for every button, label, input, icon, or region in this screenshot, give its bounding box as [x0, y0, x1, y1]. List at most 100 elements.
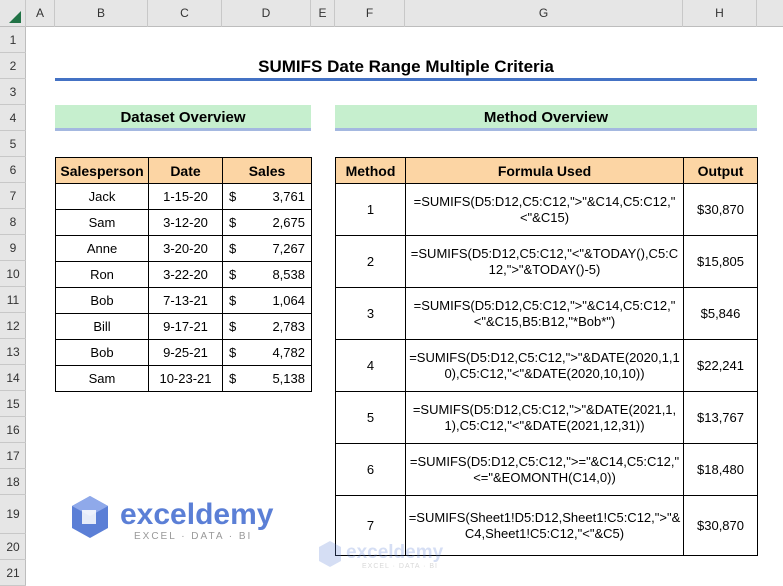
row-header-3[interactable]: 3 [0, 79, 26, 105]
sales-cell[interactable]: $5,138 [222, 365, 312, 392]
method-number-cell[interactable]: 1 [335, 183, 406, 236]
row-header-19[interactable]: 19 [0, 495, 26, 534]
formula-cell[interactable]: =SUMIFS(D5:D12,C5:C12,">"&C14,C5:C12,"<"… [405, 183, 684, 236]
output-cell[interactable]: $30,870 [683, 183, 758, 236]
sales-cell[interactable]: $8,538 [222, 261, 312, 288]
output-cell[interactable]: $30,870 [683, 495, 758, 556]
salesperson-cell[interactable]: Sam [55, 365, 149, 392]
table-row: 4 =SUMIFS(D5:D12,C5:C12,">"&DATE(2020,1,1… [335, 339, 758, 392]
date-cell[interactable]: 7-13-21 [148, 287, 223, 314]
formula-cell[interactable]: =SUMIFS(D5:D12,C5:C12,">="&C14,C5:C12,"<… [405, 443, 684, 496]
row-header-2[interactable]: 2 [0, 53, 26, 79]
row-header-14[interactable]: 14 [0, 365, 26, 391]
row-header-5[interactable]: 5 [0, 131, 26, 157]
output-cell[interactable]: $5,846 [683, 287, 758, 340]
table-row: Sam 10-23-21 $5,138 [55, 365, 312, 392]
sales-value: 5,138 [272, 371, 305, 386]
method-number-cell[interactable]: 5 [335, 391, 406, 444]
method-number-cell[interactable]: 4 [335, 339, 406, 392]
table-row: Bob 9-25-21 $4,782 [55, 339, 312, 366]
sales-cell[interactable]: $3,761 [222, 183, 312, 210]
salesperson-cell[interactable]: Anne [55, 235, 149, 262]
method-number-cell[interactable]: 6 [335, 443, 406, 496]
column-header-G[interactable]: G [405, 0, 683, 27]
salesperson-cell[interactable]: Bob [55, 287, 149, 314]
formula-cell[interactable]: =SUMIFS(D5:D12,C5:C12,"<"&TODAY(),C5:C12… [405, 235, 684, 288]
row-header-20[interactable]: 20 [0, 534, 26, 560]
sales-cell[interactable]: $1,064 [222, 287, 312, 314]
header-output[interactable]: Output [683, 157, 758, 184]
table-row: 6 =SUMIFS(D5:D12,C5:C12,">="&C14,C5:C12,"… [335, 443, 758, 496]
output-cell[interactable]: $18,480 [683, 443, 758, 496]
column-header-A[interactable]: A [26, 0, 55, 27]
exceldemy-logo: exceldemy EXCEL · DATA · BI [70, 494, 290, 542]
date-cell[interactable]: 3-22-20 [148, 261, 223, 288]
column-header-C[interactable]: C [148, 0, 222, 27]
date-cell[interactable]: 1-15-20 [148, 183, 223, 210]
table-row: Bob 7-13-21 $1,064 [55, 287, 312, 314]
sales-value: 2,783 [272, 319, 305, 334]
row-header-17[interactable]: 17 [0, 443, 26, 469]
sales-cell[interactable]: $4,782 [222, 339, 312, 366]
salesperson-cell[interactable]: Bill [55, 313, 149, 340]
column-header-partial[interactable] [757, 0, 783, 27]
output-cell[interactable]: $15,805 [683, 235, 758, 288]
sales-cell[interactable]: $7,267 [222, 235, 312, 262]
sales-cell[interactable]: $2,783 [222, 313, 312, 340]
sales-value: 2,675 [272, 215, 305, 230]
currency-symbol: $ [229, 215, 237, 230]
date-cell[interactable]: 10-23-21 [148, 365, 223, 392]
row-header-7[interactable]: 7 [0, 183, 26, 209]
output-cell[interactable]: $22,241 [683, 339, 758, 392]
method-number-cell[interactable]: 2 [335, 235, 406, 288]
method-table: Method Formula Used Output 1 =SUMIFS(D5:D… [335, 157, 758, 556]
row-header-8[interactable]: 8 [0, 209, 26, 235]
date-cell[interactable]: 3-12-20 [148, 209, 223, 236]
column-header-E[interactable]: E [311, 0, 335, 27]
row-header-21[interactable]: 21 [0, 560, 26, 586]
row-header-13[interactable]: 13 [0, 339, 26, 365]
row-header-11[interactable]: 11 [0, 287, 26, 313]
header-sales[interactable]: Sales [222, 157, 312, 184]
select-all-button[interactable] [0, 0, 26, 27]
dataset-overview-heading: Dataset Overview [55, 105, 311, 131]
row-header-bar: 1 2 3 4 5 6 7 8 9 10 11 12 13 14 15 16 17 18 19 20 21 [0, 27, 26, 586]
row-header-15[interactable]: 15 [0, 391, 26, 417]
formula-cell[interactable]: =SUMIFS(D5:D12,C5:C12,">"&C14,C5:C12,"<"… [405, 287, 684, 340]
table-row: 3 =SUMIFS(D5:D12,C5:C12,">"&C14,C5:C12,"<… [335, 287, 758, 340]
sales-value: 8,538 [272, 267, 305, 282]
currency-symbol: $ [229, 267, 237, 282]
salesperson-cell[interactable]: Sam [55, 209, 149, 236]
date-cell[interactable]: 9-17-21 [148, 313, 223, 340]
header-formula[interactable]: Formula Used [405, 157, 684, 184]
salesperson-cell[interactable]: Jack [55, 183, 149, 210]
row-header-18[interactable]: 18 [0, 469, 26, 495]
header-salesperson[interactable]: Salesperson [55, 157, 149, 184]
output-cell[interactable]: $13,767 [683, 391, 758, 444]
sales-cell[interactable]: $2,675 [222, 209, 312, 236]
header-date[interactable]: Date [148, 157, 223, 184]
row-header-10[interactable]: 10 [0, 261, 26, 287]
sales-value: 4,782 [272, 345, 305, 360]
column-header-F[interactable]: F [335, 0, 405, 27]
formula-cell[interactable]: =SUMIFS(D5:D12,C5:C12,">"&DATE(2021,1,1)… [405, 391, 684, 444]
method-number-cell[interactable]: 3 [335, 287, 406, 340]
row-header-6[interactable]: 6 [0, 157, 26, 183]
row-header-12[interactable]: 12 [0, 313, 26, 339]
salesperson-cell[interactable]: Bob [55, 339, 149, 366]
column-header-D[interactable]: D [222, 0, 311, 27]
header-method[interactable]: Method [335, 157, 406, 184]
row-header-16[interactable]: 16 [0, 417, 26, 443]
row-header-1[interactable]: 1 [0, 27, 26, 53]
formula-cell[interactable]: =SUMIFS(D5:D12,C5:C12,">"&DATE(2020,1,10… [405, 339, 684, 392]
date-cell[interactable]: 9-25-21 [148, 339, 223, 366]
row-header-9[interactable]: 9 [0, 235, 26, 261]
row-header-4[interactable]: 4 [0, 105, 26, 131]
salesperson-cell[interactable]: Ron [55, 261, 149, 288]
exceldemy-watermark: exceldemy EXCEL · DATA · BI [318, 540, 468, 570]
table-row: 2 =SUMIFS(D5:D12,C5:C12,"<"&TODAY(),C5:C1… [335, 235, 758, 288]
date-cell[interactable]: 3-20-20 [148, 235, 223, 262]
table-row: 5 =SUMIFS(D5:D12,C5:C12,">"&DATE(2021,1,1… [335, 391, 758, 444]
column-header-B[interactable]: B [55, 0, 148, 27]
column-header-H[interactable]: H [683, 0, 757, 27]
